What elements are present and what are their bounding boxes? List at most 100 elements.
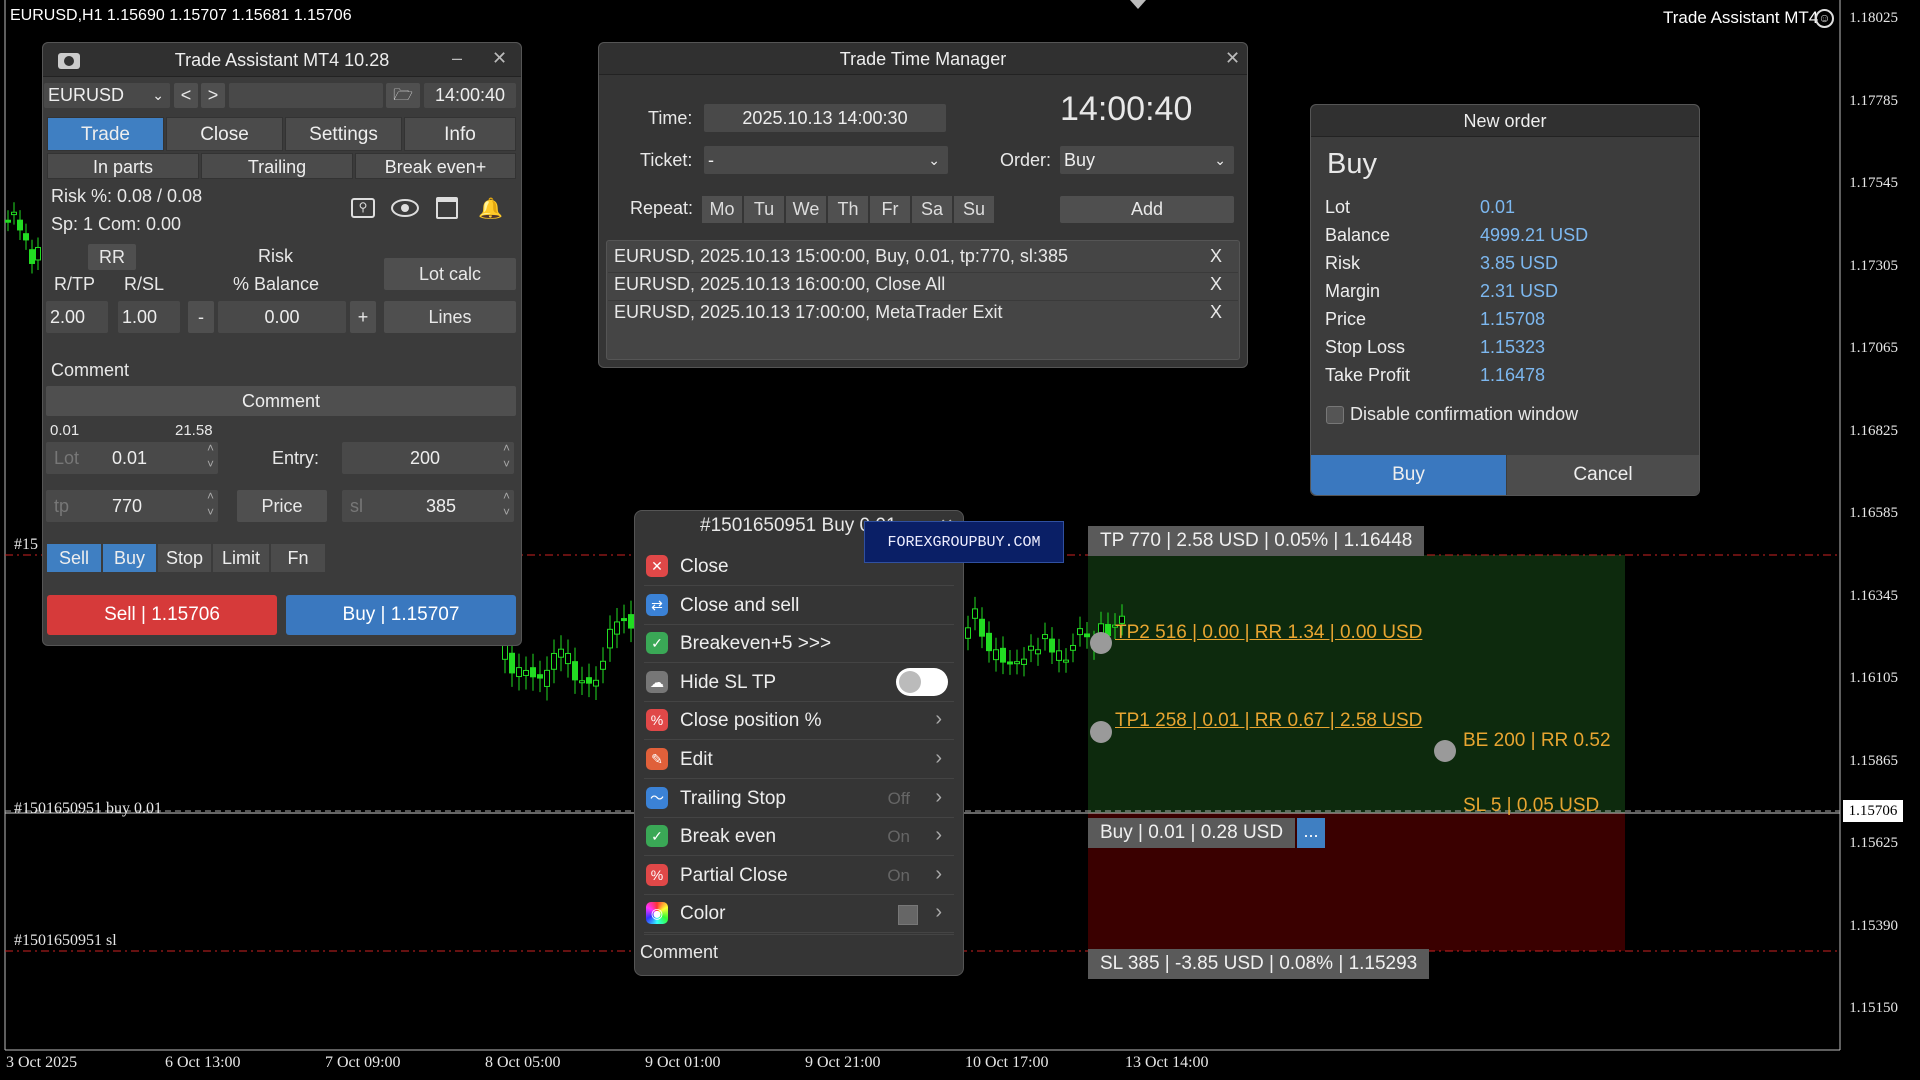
context-menu-comment[interactable]: Comment bbox=[640, 942, 718, 963]
collapse-arrow-icon[interactable] bbox=[1130, 0, 1146, 9]
symbol-select[interactable]: EURUSD ⌄ bbox=[44, 83, 170, 108]
menu-item-close[interactable]: ✕ Close bbox=[644, 549, 954, 585]
sell-button[interactable]: Sell | 1.15706 bbox=[47, 595, 277, 635]
hide-sl-tp-toggle[interactable] bbox=[896, 668, 948, 696]
ttm-task-remove-button[interactable]: X bbox=[1210, 274, 1222, 295]
next-symbol-button[interactable]: > bbox=[201, 83, 225, 108]
candle-body bbox=[1015, 662, 1020, 664]
color-swatch[interactable] bbox=[898, 905, 918, 925]
price-button[interactable]: Price bbox=[237, 490, 327, 522]
tp1-handle[interactable] bbox=[1090, 721, 1112, 743]
percent-icon: % bbox=[646, 864, 668, 886]
menu-item-label: Break even bbox=[680, 826, 776, 848]
trade-assistant-title-bar[interactable]: Trade Assistant MT4 10.28 bbox=[43, 43, 521, 77]
menu-item-break-even[interactable]: ✓ Break even On › bbox=[644, 819, 954, 855]
lot-stepper[interactable]: Lot 0.01 ˄ ˅ bbox=[46, 442, 218, 474]
candle-body bbox=[30, 250, 35, 264]
rtp-stepper[interactable]: 2.00 bbox=[46, 301, 108, 333]
tab-info[interactable]: Info bbox=[404, 117, 516, 151]
candle-body bbox=[1085, 634, 1090, 637]
tp-label[interactable]: TP 770 | 2.58 USD | 0.05% | 1.16448 bbox=[1088, 526, 1424, 556]
order-type-stop[interactable]: Stop bbox=[158, 544, 211, 572]
rr-button[interactable]: RR bbox=[88, 244, 136, 270]
new-order-buy-button[interactable]: Buy bbox=[1311, 455, 1506, 495]
close-icon[interactable]: ✕ bbox=[492, 48, 507, 69]
tp-stepper[interactable]: tp 770 ˄ ˅ bbox=[46, 490, 218, 522]
calendar-icon[interactable] bbox=[436, 197, 458, 219]
new-order-title-bar[interactable]: New order bbox=[1311, 105, 1699, 137]
be-handle[interactable] bbox=[1434, 740, 1456, 762]
order-type-sell[interactable]: Sell bbox=[47, 544, 101, 572]
sl-stepper[interactable]: sl 385 ˄ ˅ bbox=[342, 490, 514, 522]
menu-item-label: Hide SL TP bbox=[680, 672, 776, 694]
subtab-in-parts[interactable]: In parts bbox=[47, 153, 199, 179]
comment-field[interactable]: Comment bbox=[46, 386, 516, 416]
ttm-ticket-select[interactable]: - ⌄ bbox=[704, 146, 948, 174]
day-sa[interactable]: Sa bbox=[912, 196, 952, 223]
chevron-right-icon: › bbox=[935, 901, 942, 924]
subtab-break-even-[interactable]: Break even+ bbox=[355, 153, 516, 179]
menu-item-close-position[interactable]: % Close position % › bbox=[644, 703, 954, 739]
ttm-time-field[interactable]: 2025.10.13 14:00:30 bbox=[704, 104, 946, 132]
screenshot-icon[interactable]: ⚲ bbox=[351, 198, 375, 218]
symbol-search-field[interactable] bbox=[229, 83, 383, 108]
risk-plus-button[interactable]: + bbox=[350, 301, 376, 333]
cloud-icon: ☁ bbox=[646, 671, 668, 693]
minimize-icon[interactable]: – bbox=[452, 48, 462, 69]
tab-trade[interactable]: Trade bbox=[47, 117, 164, 151]
day-th[interactable]: Th bbox=[828, 196, 868, 223]
risk-minus-button[interactable]: - bbox=[188, 301, 214, 333]
camera-icon[interactable] bbox=[58, 53, 80, 69]
chevron-right-icon: › bbox=[935, 747, 942, 770]
order-type-buy[interactable]: Buy bbox=[103, 544, 156, 572]
entry-stepper[interactable]: 200 ˄ ˅ bbox=[342, 442, 514, 474]
ttm-add-button[interactable]: Add bbox=[1060, 196, 1234, 223]
server-time: 14:00:40 bbox=[424, 83, 516, 108]
menu-item-breakeven-5[interactable]: ✓ Breakeven+5 >>> bbox=[644, 626, 954, 662]
eye-icon[interactable] bbox=[391, 199, 419, 217]
tp-zone bbox=[1088, 555, 1625, 813]
time-tick-label: 3 Oct 2025 bbox=[6, 1054, 77, 1072]
menu-item-partial-close[interactable]: % Partial Close On › bbox=[644, 858, 954, 894]
new-order-title: New order bbox=[1463, 111, 1546, 131]
candle-body bbox=[18, 220, 23, 230]
day-fr[interactable]: Fr bbox=[870, 196, 910, 223]
menu-item-trailing-stop[interactable]: 〜 Trailing Stop Off › bbox=[644, 781, 954, 817]
ttm-task-remove-button[interactable]: X bbox=[1210, 302, 1222, 323]
new-order-cancel-button[interactable]: Cancel bbox=[1507, 455, 1699, 495]
ttm-title-bar[interactable]: Trade Time Manager bbox=[599, 43, 1247, 75]
ttm-task-remove-button[interactable]: X bbox=[1210, 246, 1222, 267]
day-we[interactable]: We bbox=[786, 196, 826, 223]
menu-item-close-and-sell[interactable]: ⇄ Close and sell bbox=[644, 588, 954, 624]
more-button[interactable]: ... bbox=[1297, 818, 1325, 848]
candle-body bbox=[594, 680, 599, 686]
lot-calc-button[interactable]: Lot calc bbox=[384, 258, 516, 290]
prev-symbol-button[interactable]: < bbox=[174, 83, 198, 108]
risk-value-field[interactable]: 0.00 bbox=[218, 301, 346, 333]
day-tu[interactable]: Tu bbox=[744, 196, 784, 223]
menu-item-edit[interactable]: ✎ Edit › bbox=[644, 742, 954, 778]
subtab-trailing[interactable]: Trailing bbox=[201, 153, 353, 179]
menu-item-label: Close bbox=[680, 556, 729, 578]
day-mo[interactable]: Mo bbox=[702, 196, 742, 223]
alert-bell-icon[interactable]: 🔔 bbox=[478, 196, 500, 220]
sl-label[interactable]: SL 385 | -3.85 USD | 0.08% | 1.15293 bbox=[1088, 949, 1429, 979]
ttm-close-icon[interactable]: ✕ bbox=[1225, 48, 1240, 69]
tab-settings[interactable]: Settings bbox=[285, 117, 402, 151]
tp2-handle[interactable] bbox=[1090, 632, 1112, 654]
chevron-down-icon: ⌄ bbox=[1214, 146, 1226, 174]
order-type-limit[interactable]: Limit bbox=[213, 544, 269, 572]
buy-button[interactable]: Buy | 1.15707 bbox=[286, 595, 516, 635]
candle-body bbox=[538, 675, 543, 678]
rsl-stepper[interactable]: 1.00 bbox=[118, 301, 180, 333]
buy-position-label[interactable]: Buy | 0.01 | 0.28 USD bbox=[1088, 818, 1295, 848]
day-su[interactable]: Su bbox=[954, 196, 994, 223]
ttm-order-select[interactable]: Buy ⌄ bbox=[1060, 146, 1234, 174]
new-order-label-balance: Balance bbox=[1325, 225, 1390, 246]
candle-body bbox=[1078, 629, 1083, 635]
order-type-fn[interactable]: Fn bbox=[271, 544, 325, 572]
tab-close[interactable]: Close bbox=[166, 117, 283, 151]
folder-icon[interactable]: 🗁 bbox=[386, 83, 420, 108]
lines-button[interactable]: Lines bbox=[384, 301, 516, 333]
disable-confirm-checkbox[interactable] bbox=[1326, 406, 1344, 424]
